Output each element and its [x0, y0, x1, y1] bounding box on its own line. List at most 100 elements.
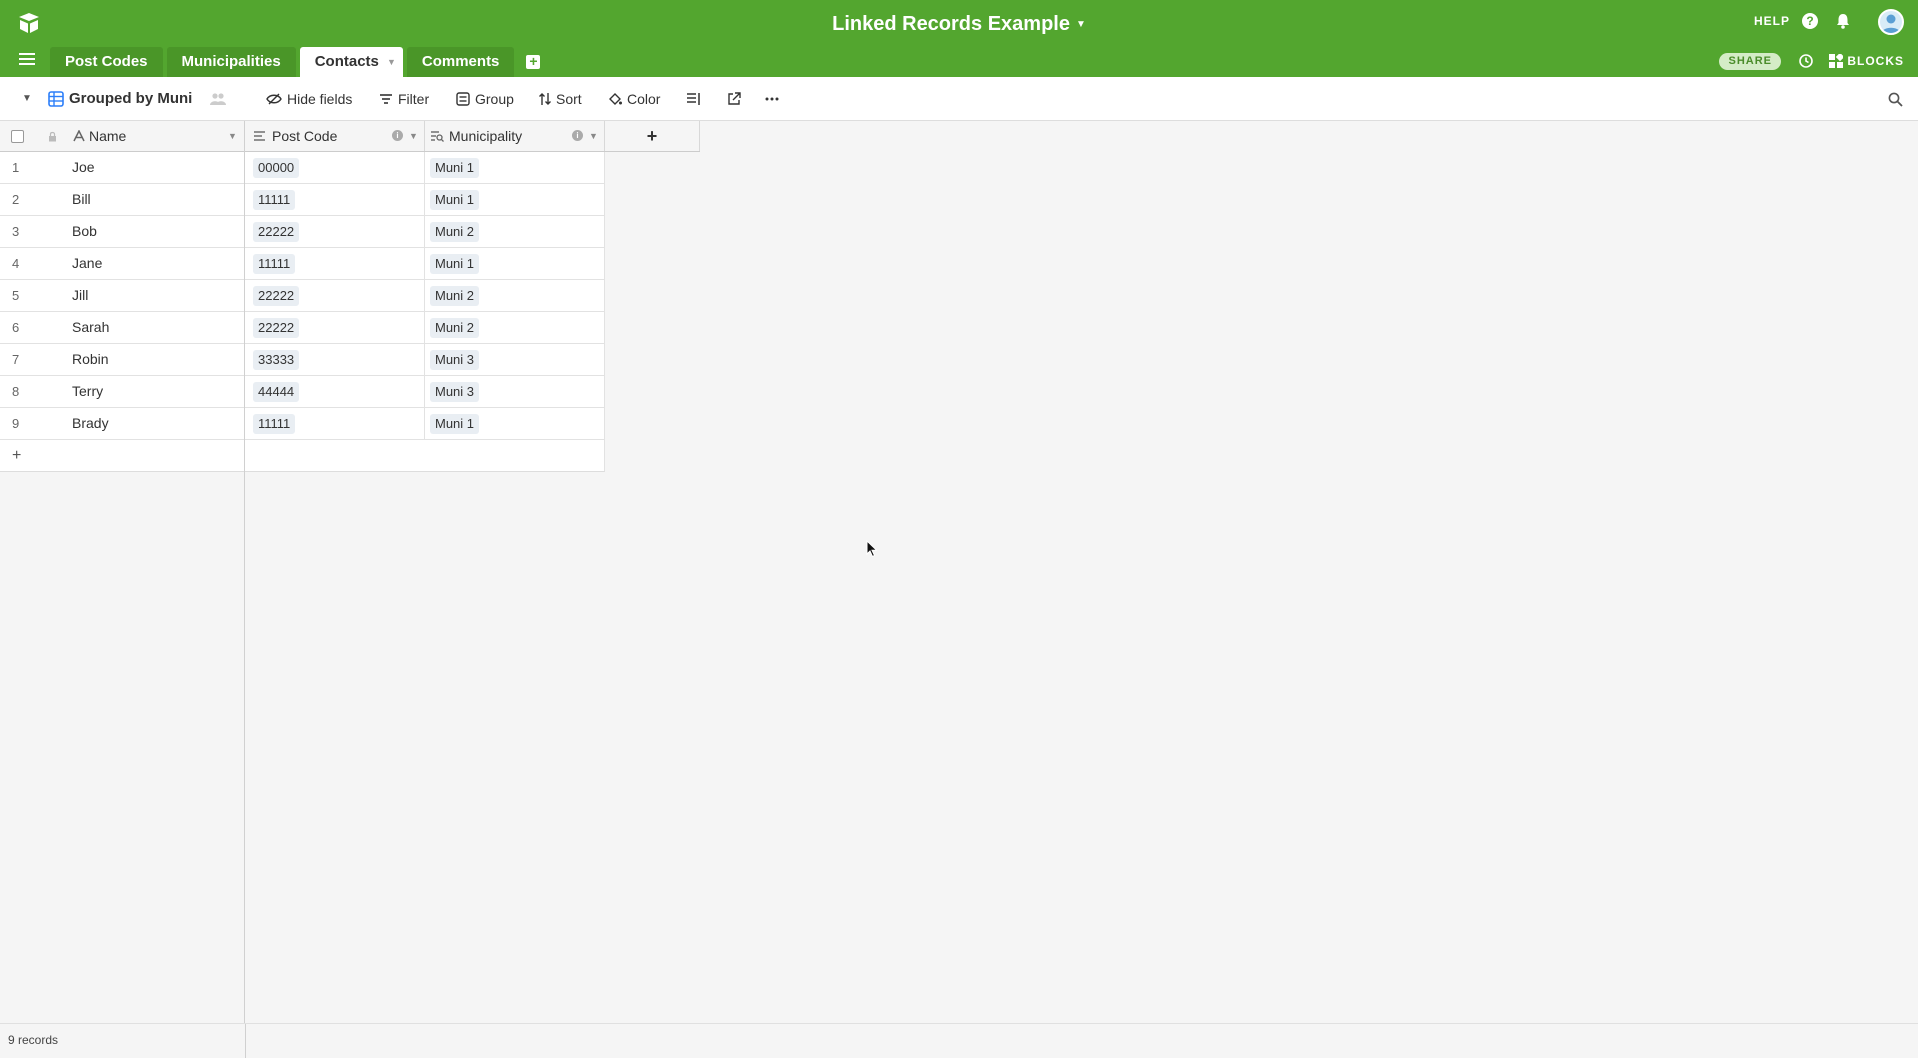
municipality-cell[interactable]: Muni 3 [425, 344, 605, 375]
table-row[interactable]: 2 Bill [0, 184, 244, 216]
table-row[interactable]: 22222 Muni 2 [245, 280, 605, 312]
municipality-cell[interactable]: Muni 1 [425, 408, 605, 439]
tab-municipalities[interactable]: Municipalities [166, 47, 296, 77]
chevron-down-icon[interactable]: ▼ [22, 77, 32, 121]
column-header-post-code[interactable]: Post Code i ▼ [245, 121, 425, 151]
chevron-down-icon[interactable]: ▼ [409, 121, 418, 151]
post-code-cell[interactable]: 11111 [245, 408, 425, 439]
sort-button[interactable]: Sort [539, 77, 582, 121]
table-row[interactable]: 22222 Muni 2 [245, 312, 605, 344]
table-row[interactable]: 11111 Muni 1 [245, 184, 605, 216]
chevron-down-icon[interactable]: ▼ [589, 121, 598, 151]
group-label[interactable]: Group [475, 77, 514, 121]
column-header-name[interactable]: Name ▼ [70, 121, 245, 151]
search-button[interactable] [1888, 77, 1908, 121]
linked-record-pill[interactable]: 11111 [253, 190, 296, 210]
name-cell[interactable]: Jill [72, 280, 242, 311]
municipality-cell[interactable]: Muni 2 [425, 216, 605, 247]
add-row-icon[interactable]: + [12, 440, 21, 471]
post-code-cell[interactable]: 22222 [245, 280, 425, 311]
blocks-label[interactable]: BLOCKS [1847, 54, 1904, 68]
municipality-cell[interactable]: Muni 2 [425, 312, 605, 343]
share-view-button[interactable] [727, 77, 746, 121]
post-code-cell[interactable]: 11111 [245, 184, 425, 215]
view-name[interactable]: Grouped by Muni [69, 77, 192, 121]
sort-label[interactable]: Sort [556, 77, 582, 121]
table-row[interactable]: 4 Jane [0, 248, 244, 280]
name-cell[interactable]: Bill [72, 184, 242, 215]
row-height-button[interactable] [686, 77, 707, 121]
municipality-cell[interactable]: Muni 1 [425, 248, 605, 279]
blocks-button[interactable]: BLOCKS [1829, 54, 1904, 68]
table-row[interactable]: 22222 Muni 2 [245, 216, 605, 248]
linked-record-pill[interactable]: 22222 [253, 286, 300, 306]
add-table-icon[interactable]: + [526, 54, 541, 69]
name-cell[interactable]: Bob [72, 216, 242, 247]
table-row[interactable]: 1 Joe [0, 152, 244, 184]
hide-fields-label[interactable]: Hide fields [287, 77, 352, 121]
select-all-checkbox[interactable] [11, 130, 24, 143]
base-title[interactable]: Linked Records Example ▼ [0, 11, 1918, 37]
help-link[interactable]: HELP [1754, 14, 1790, 28]
table-row[interactable]: 44444 Muni 3 [245, 376, 605, 408]
name-cell[interactable]: Robin [72, 344, 242, 375]
help-icon[interactable]: ? [1802, 13, 1818, 29]
bell-icon[interactable] [1834, 12, 1852, 30]
municipality-cell[interactable]: Muni 1 [425, 184, 605, 215]
view-switcher[interactable]: Grouped by Muni [48, 77, 192, 121]
name-cell[interactable]: Sarah [72, 312, 242, 343]
table-row[interactable]: 5 Jill [0, 280, 244, 312]
add-row-button[interactable]: + [0, 440, 244, 472]
post-code-cell[interactable]: 22222 [245, 216, 425, 247]
post-code-cell[interactable]: 44444 [245, 376, 425, 407]
avatar[interactable] [1878, 9, 1904, 35]
table-row[interactable]: 9 Brady [0, 408, 244, 440]
column-municipality-label[interactable]: Municipality [449, 121, 522, 151]
name-cell[interactable]: Terry [72, 376, 242, 407]
chevron-down-icon[interactable]: ▼ [387, 47, 396, 77]
name-cell[interactable]: Brady [72, 408, 242, 439]
name-cell[interactable]: Jane [72, 248, 242, 279]
municipality-cell[interactable]: Muni 2 [425, 280, 605, 311]
table-row[interactable]: 7 Robin [0, 344, 244, 376]
info-icon[interactable]: i [392, 130, 403, 141]
color-label[interactable]: Color [627, 77, 660, 121]
share-button[interactable]: SHARE [1719, 53, 1781, 70]
chevron-down-icon[interactable]: ▼ [1076, 19, 1086, 30]
linked-record-pill[interactable]: 22222 [253, 222, 300, 242]
linked-record-pill[interactable]: 44444 [253, 382, 300, 402]
post-code-cell[interactable]: 00000 [245, 152, 425, 183]
municipality-cell[interactable]: Muni 1 [425, 152, 605, 183]
hide-fields-button[interactable]: Hide fields [266, 77, 352, 121]
column-post-code-label[interactable]: Post Code [272, 121, 337, 151]
base-title-text[interactable]: Linked Records Example [832, 13, 1070, 35]
linked-record-pill[interactable]: 11111 [253, 414, 296, 434]
linked-record-pill[interactable]: 11111 [253, 254, 296, 274]
column-header-municipality[interactable]: Municipality i ▼ [425, 121, 605, 151]
info-icon[interactable]: i [572, 130, 583, 141]
view-list-toggle[interactable]: ▼ [22, 77, 32, 121]
municipality-cell[interactable]: Muni 3 [425, 376, 605, 407]
tab-contacts[interactable]: Contacts ▼ [299, 47, 403, 77]
table-row[interactable]: 11111 Muni 1 [245, 248, 605, 280]
post-code-cell[interactable]: 22222 [245, 312, 425, 343]
group-button[interactable]: Group [456, 77, 514, 121]
column-name-label[interactable]: Name [89, 121, 126, 151]
name-cell[interactable]: Joe [72, 152, 242, 183]
table-row[interactable]: 8 Terry [0, 376, 244, 408]
post-code-cell[interactable]: 33333 [245, 344, 425, 375]
tab-contacts-label[interactable]: Contacts [315, 53, 379, 70]
table-row[interactable]: 11111 Muni 1 [245, 408, 605, 440]
table-row[interactable]: 00000 Muni 1 [245, 152, 605, 184]
color-button[interactable]: Color [608, 77, 660, 121]
add-row-area[interactable] [245, 440, 605, 472]
menu-icon[interactable] [18, 52, 36, 66]
filter-button[interactable]: Filter [379, 77, 429, 121]
table-row[interactable]: 6 Sarah [0, 312, 244, 344]
filter-label[interactable]: Filter [398, 77, 429, 121]
post-code-cell[interactable]: 11111 [245, 248, 425, 279]
linked-record-pill[interactable]: 00000 [253, 158, 300, 178]
tab-comments[interactable]: Comments [406, 47, 515, 77]
linked-record-pill[interactable]: 22222 [253, 318, 300, 338]
table-row[interactable]: 33333 Muni 3 [245, 344, 605, 376]
